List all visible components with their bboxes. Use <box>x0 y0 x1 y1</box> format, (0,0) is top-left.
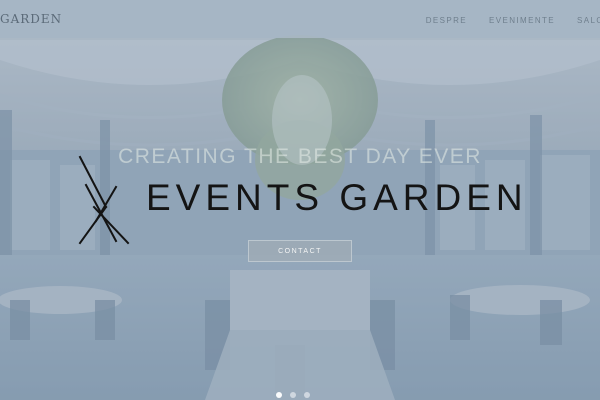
nav-menu: DESPRE EVENIMENTE SALO <box>426 16 600 25</box>
top-navbar: GARDEN DESPRE EVENIMENTE SALO <box>0 0 600 38</box>
nav-link-saloane[interactable]: SALO <box>577 16 600 25</box>
brand-name: EVENTS GARDEN <box>146 177 528 218</box>
carousel-dots <box>276 392 310 398</box>
carousel-dot-3[interactable] <box>304 392 310 398</box>
brand-monogram-icon <box>78 155 130 245</box>
brand-logo: EVENTS GARDEN <box>76 155 536 245</box>
nav-link-evenimente[interactable]: EVENIMENTE <box>489 16 555 25</box>
carousel-dot-1[interactable] <box>276 392 282 398</box>
nav-link-despre[interactable]: DESPRE <box>426 16 467 25</box>
contact-button[interactable]: CONTACT <box>248 240 352 262</box>
nav-logo[interactable]: GARDEN <box>0 12 62 26</box>
carousel-dot-2[interactable] <box>290 392 296 398</box>
